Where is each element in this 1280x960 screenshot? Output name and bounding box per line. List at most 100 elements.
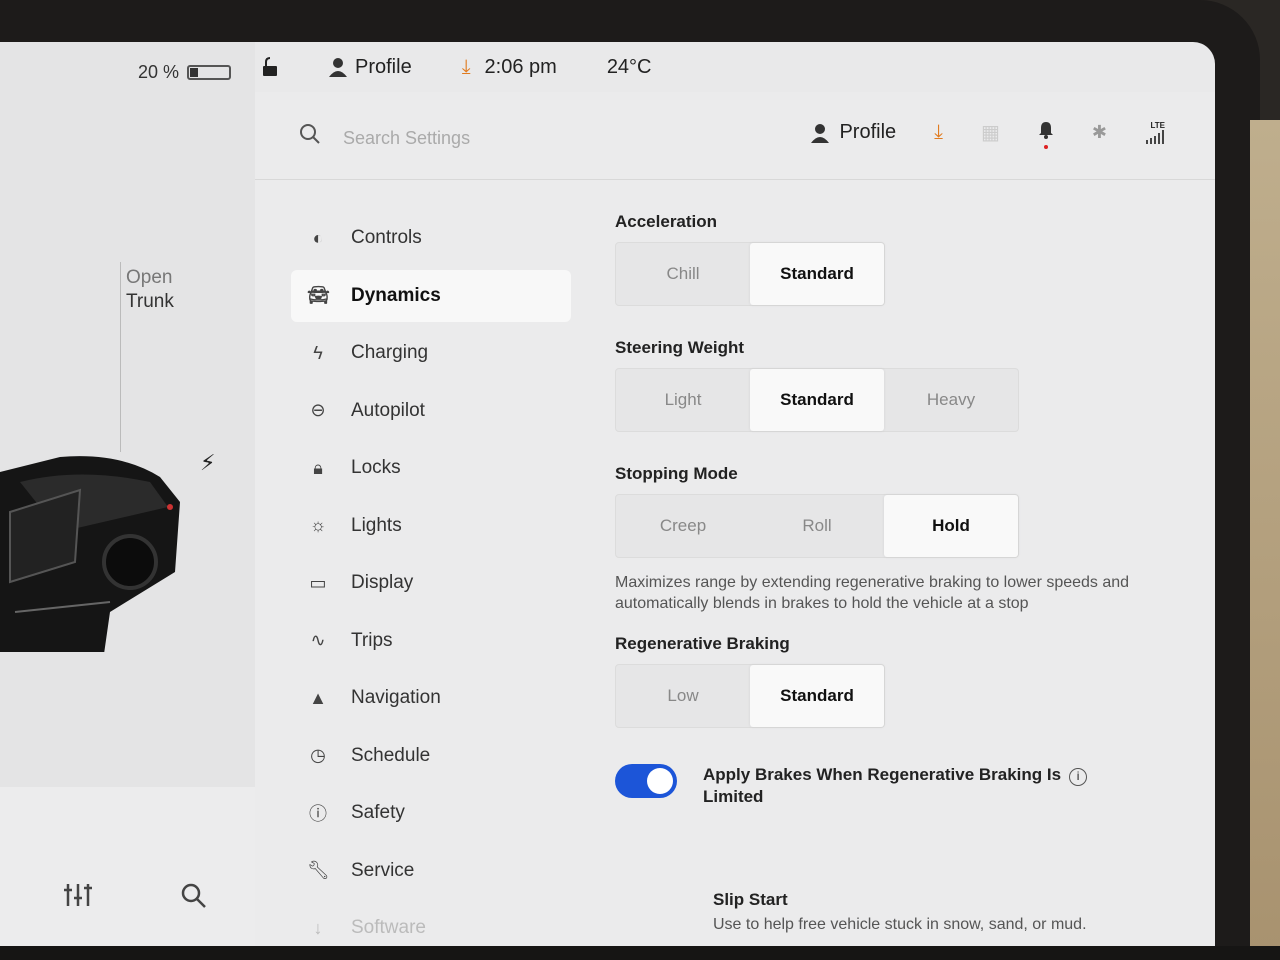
profile-button[interactable]: Profile (329, 56, 412, 79)
battery-fill (190, 68, 199, 77)
software-download-icon[interactable]: ⤓ (934, 121, 943, 144)
nav-item-label: Navigation (351, 687, 441, 708)
nav-item-navigation[interactable]: ▲ Navigation (291, 672, 571, 724)
apply-brakes-label-line2: Limited (703, 787, 764, 806)
nav-item-trips[interactable]: ∿ Trips (291, 615, 571, 667)
search-settings-input[interactable] (343, 122, 603, 154)
slip-start-description: Use to help free vehicle stuck in snow, … (713, 916, 1087, 933)
regenerative-braking-selector: Low Standard (615, 664, 885, 728)
person-icon (329, 58, 347, 77)
person-icon (811, 123, 830, 143)
garage-icon[interactable]: ▦ (981, 120, 1000, 145)
battery-icon (187, 65, 232, 80)
nav-item-label: Controls (351, 227, 422, 248)
car-icon: 🚘︎ (307, 285, 330, 305)
stopping-mode-title: Stopping Mode (615, 464, 738, 483)
settings-nav: ◐ Controls 🚘︎ Dynamics ϟ Charging ⊖ Autopilot 🔒︎… (291, 212, 571, 947)
steering-weight-option-light[interactable]: Light (616, 369, 750, 431)
nav-item-dynamics[interactable]: 🚘︎ Dynamics (291, 269, 571, 322)
settings-panel: Profile ⤓ ▦ ✱ LTE ◐ Controls 🚘︎ Dynamics ϟ Ch… (255, 92, 1215, 947)
profile-label: Profile (355, 55, 412, 78)
nav-item-service[interactable]: 🔧︎ Service (291, 845, 571, 897)
clock-time: 2:06 pm (484, 55, 557, 78)
lte-signal-icon: LTE (1145, 121, 1165, 144)
nav-item-label: Safety (351, 802, 405, 823)
search-settings-icon (300, 124, 320, 144)
nav-item-software[interactable]: ↓ Software (291, 902, 571, 947)
car-image (0, 456, 180, 652)
steering-weight-selector: Light Standard Heavy (615, 368, 1019, 432)
slip-start-title: Slip Start (713, 890, 788, 909)
sun-icon: ☼ (309, 515, 327, 535)
trips-icon: ∿ (310, 630, 326, 650)
car-panel: 20 % Open Trunk ⚡︎ (0, 42, 255, 947)
steering-weight-title: Steering Weight (615, 338, 745, 357)
stopping-mode-selector: Creep Roll Hold (615, 494, 1019, 558)
car-bottom-bar (0, 787, 255, 947)
stopping-mode-option-hold[interactable]: Hold (884, 495, 1018, 557)
search-icon[interactable] (180, 882, 208, 917)
lock-icon: 🔒︎ (313, 457, 323, 478)
steering-wheel-icon: ⊖ (310, 400, 326, 420)
toggle-icon: ◐ (312, 227, 324, 248)
nav-item-schedule[interactable]: ◷ Schedule (291, 730, 571, 782)
steering-weight-option-standard[interactable]: Standard (750, 369, 884, 431)
bluetooth-icon[interactable]: ✱ (1092, 122, 1107, 143)
nav-item-label: Charging (351, 342, 429, 363)
acceleration-option-chill[interactable]: Chill (616, 243, 750, 305)
header-icons: Profile ⤓ ▦ ✱ LTE (811, 120, 1165, 149)
controls-sliders-icon[interactable] (64, 882, 92, 915)
apply-brakes-toggle[interactable] (615, 764, 677, 798)
info-icon[interactable]: i (1069, 768, 1088, 786)
nav-item-controls[interactable]: ◐ Controls (291, 212, 571, 264)
download-icon[interactable]: ⤓ (462, 56, 471, 79)
safety-icon: ⓘ (309, 804, 327, 824)
dashboard-trim (1250, 120, 1280, 960)
steering-weight-option-heavy[interactable]: Heavy (884, 369, 1018, 431)
apply-brakes-label: Apply Brakes When Regenerative Braking I… (703, 764, 1088, 808)
temperature: 24°C (606, 55, 652, 78)
nav-item-label: Service (351, 859, 415, 881)
stopping-mode-option-roll[interactable]: Roll (750, 495, 884, 557)
battery-status: 20 % (138, 62, 232, 83)
nav-item-autopilot[interactable]: ⊖ Autopilot (291, 385, 571, 437)
nav-item-label: Trips (351, 629, 393, 651)
top-status-bar: Profile ⤓ 2:06 pm 24°C (255, 42, 1215, 92)
stopping-mode-option-creep[interactable]: Creep (616, 495, 750, 557)
acceleration-option-standard[interactable]: Standard (750, 243, 884, 305)
unlock-icon[interactable] (261, 57, 279, 77)
nav-item-lights[interactable]: ☼ Lights (291, 500, 571, 552)
nav-item-safety[interactable]: ⓘ Safety (291, 787, 571, 839)
notification-bell-icon[interactable] (1038, 121, 1054, 149)
nav-item-label: Schedule (351, 744, 431, 766)
regenerative-braking-option-low[interactable]: Low (616, 665, 750, 727)
touchscreen: 20 % Open Trunk ⚡︎ Profile ⤓ 2:06 pm 24°… (0, 42, 1215, 947)
apply-brakes-row: Apply Brakes When Regenerative Braking I… (615, 764, 1175, 808)
regenerative-braking-title: Regenerative Braking (615, 634, 790, 653)
header-profile-label: Profile (839, 121, 897, 143)
download-icon: ↓ (313, 917, 323, 938)
navigation-arrow-icon: ▲ (309, 687, 327, 708)
bolt-icon: ϟ (313, 342, 323, 363)
open-trunk-button[interactable]: Open Trunk (126, 266, 174, 314)
regenerative-braking-option-standard[interactable]: Standard (750, 665, 884, 727)
acceleration-selector: Chill Standard (615, 242, 885, 306)
charging-bolt-icon: ⚡︎ (200, 450, 216, 475)
lte-label: LTE (1150, 121, 1165, 130)
nav-item-charging[interactable]: ϟ Charging (291, 327, 571, 379)
acceleration-title: Acceleration (615, 212, 718, 231)
clock-icon: ◷ (310, 745, 326, 765)
dynamics-content: Acceleration Chill Standard Steering Weig… (615, 212, 1175, 934)
display-icon: ▭ (309, 572, 327, 593)
bezel-bottom (0, 946, 1280, 960)
header-profile-button[interactable]: Profile (811, 121, 896, 144)
open-trunk-line1: Open (126, 267, 173, 288)
settings-header: Profile ⤓ ▦ ✱ LTE (255, 92, 1215, 180)
stopping-mode-description: Maximizes range by extending regenerativ… (615, 574, 1130, 612)
nav-item-label: Lights (351, 514, 402, 536)
nav-item-locks[interactable]: 🔒︎ Locks (291, 442, 571, 494)
nav-item-label: Locks (351, 457, 401, 478)
toggle-knob (647, 768, 673, 794)
nav-item-display[interactable]: ▭ Display (291, 557, 571, 609)
nav-item-label: Software (351, 917, 426, 938)
